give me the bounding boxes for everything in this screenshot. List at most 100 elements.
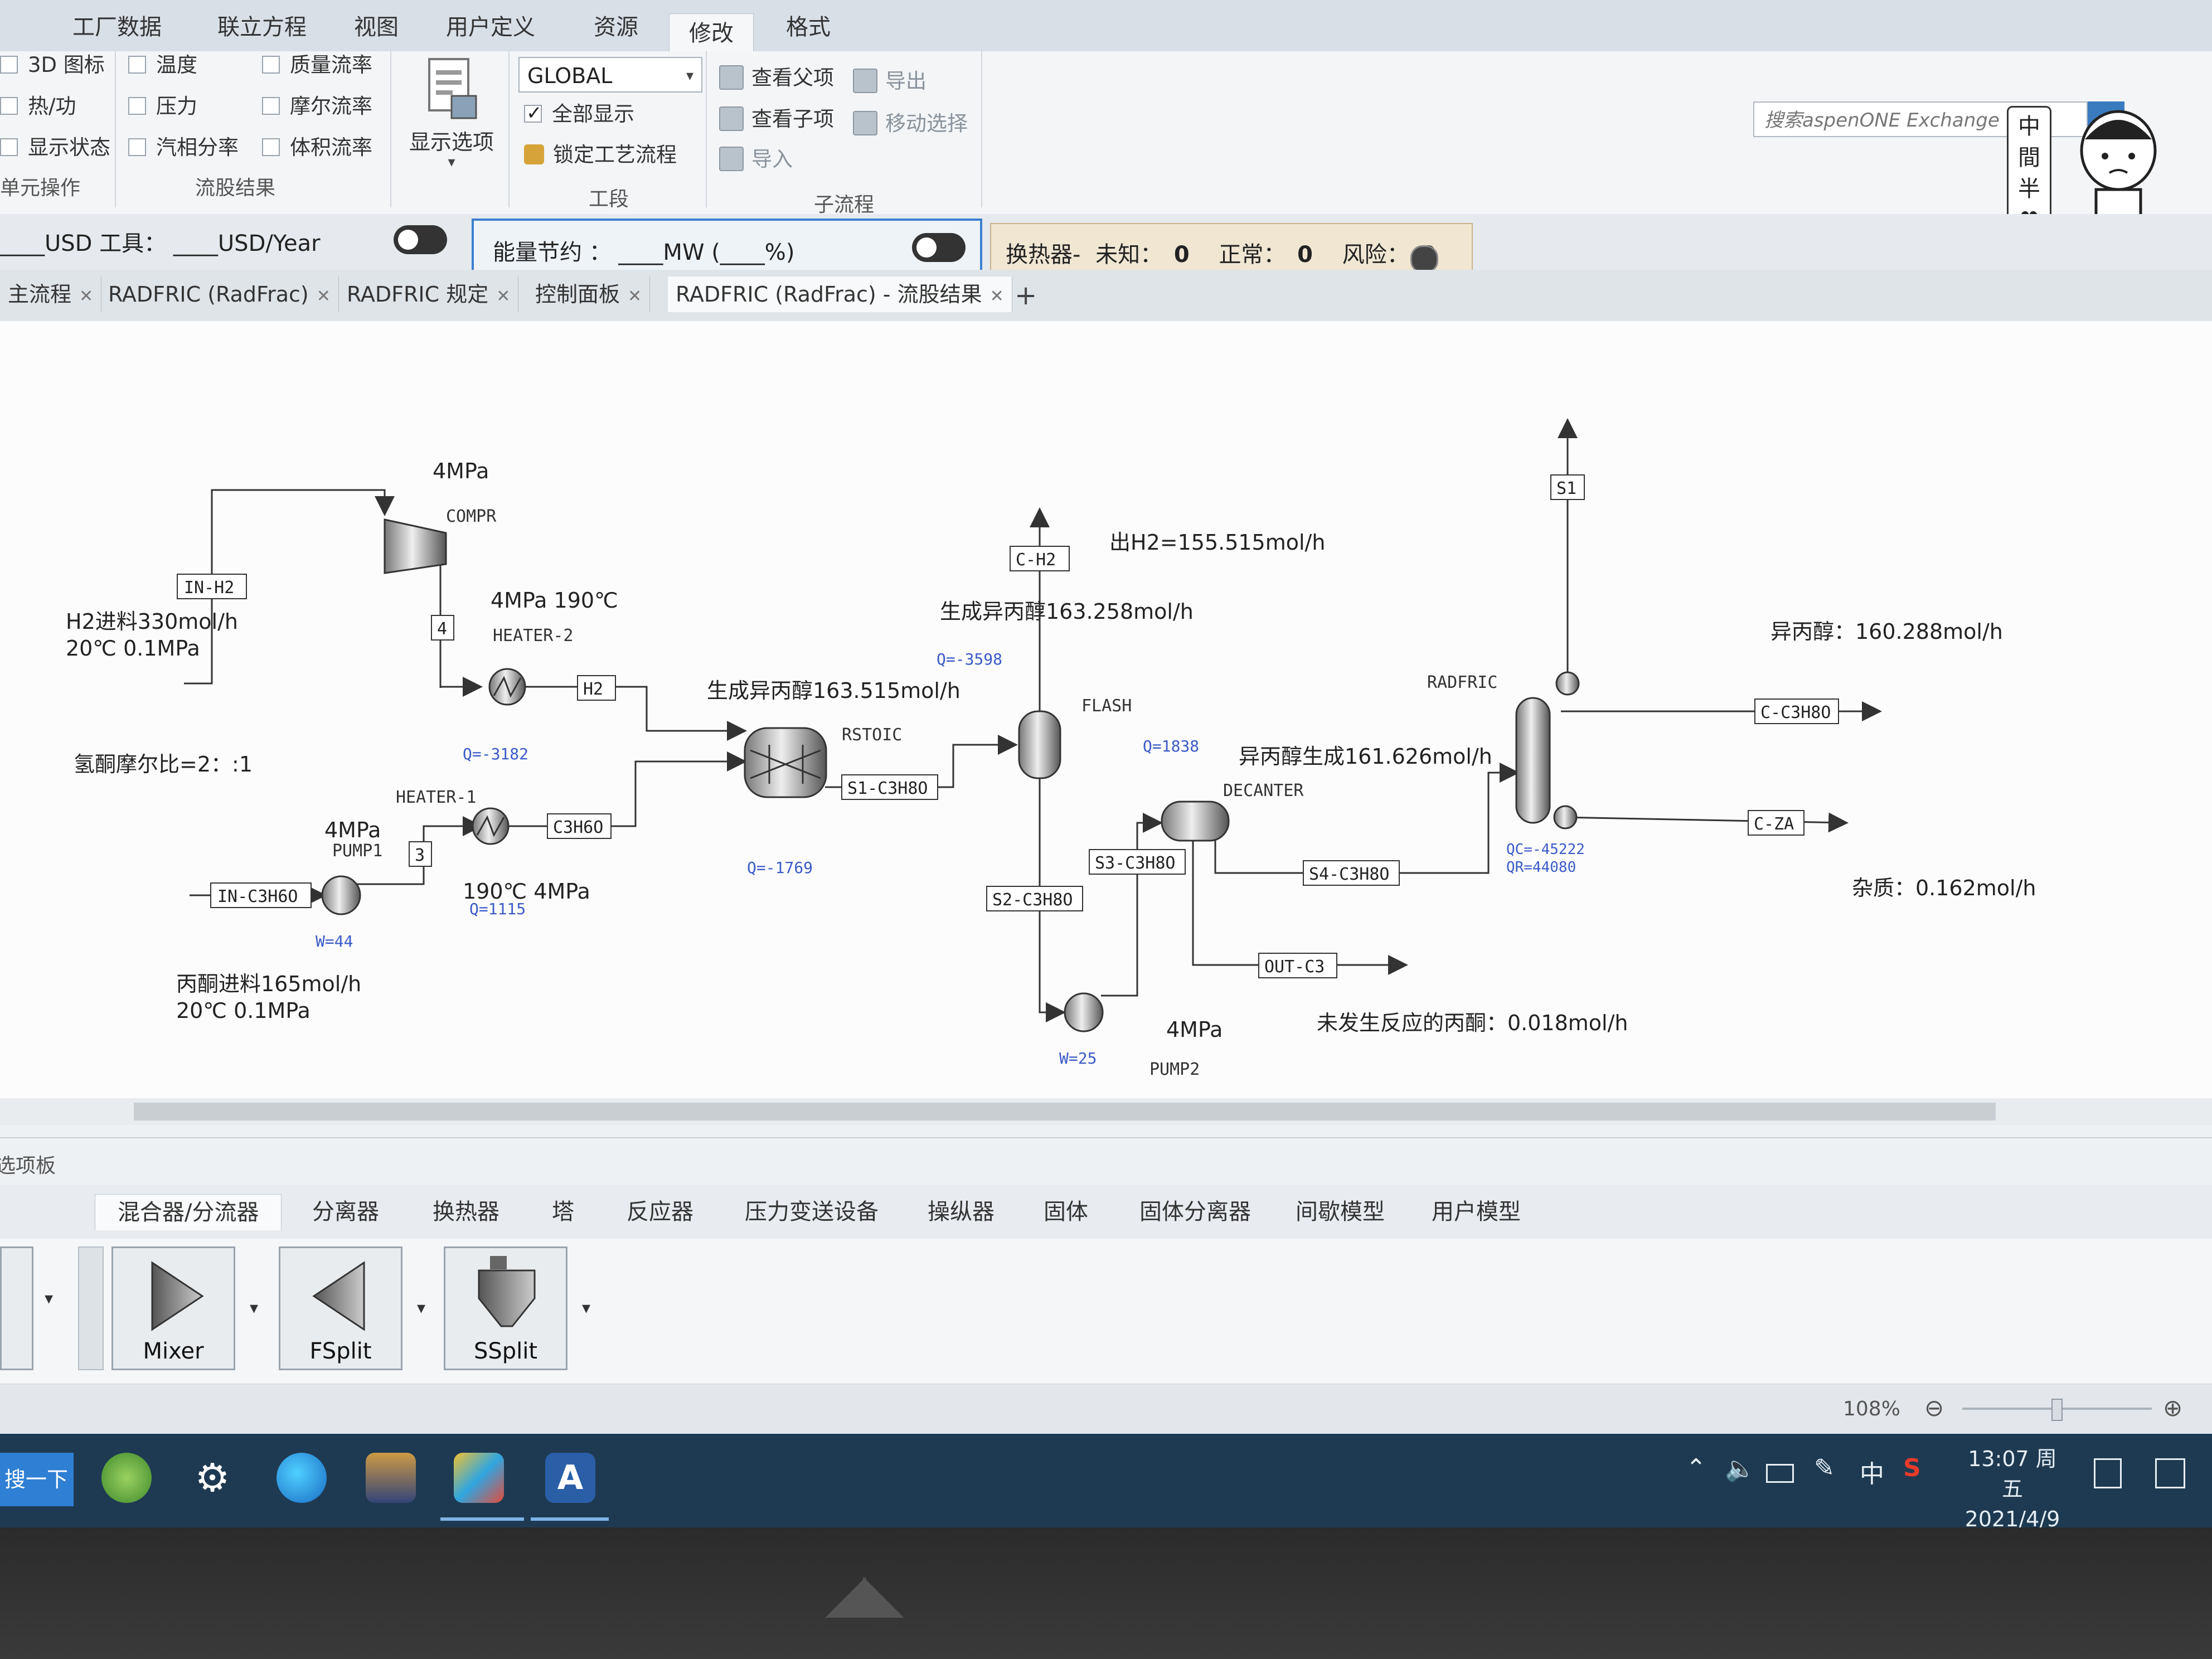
app-icon[interactable] — [366, 1453, 416, 1503]
chevron-down-icon[interactable]: ▾ — [417, 1298, 425, 1318]
notification-icon[interactable] — [2094, 1458, 2122, 1488]
close-icon[interactable]: ✕ — [496, 287, 510, 306]
stream-label-c-h2[interactable]: C-H2 — [1016, 550, 1056, 570]
lock-flowsheet-button[interactable]: 锁定工艺流程 — [524, 140, 677, 169]
stream-label-s2-c3h8o[interactable]: S2-C3H8O — [992, 890, 1073, 910]
zoom-in-icon[interactable]: ⊕ — [2163, 1394, 2182, 1422]
media-player-icon[interactable] — [454, 1453, 504, 1503]
palette-scroll-left[interactable] — [78, 1246, 104, 1370]
stream-label-out-c3[interactable]: OUT-C3 — [1264, 957, 1325, 977]
tab-plant-data[interactable]: 工厂数据 — [56, 8, 178, 47]
stream-label-3[interactable]: 3 — [415, 846, 425, 865]
chk-heat-work[interactable]: 热/功 — [0, 93, 76, 120]
chk-3d-icons[interactable]: 3D 图标 — [0, 51, 105, 79]
tab-manipulators[interactable]: 操纵器 — [928, 1194, 995, 1230]
aspen-plus-icon[interactable]: A — [545, 1453, 595, 1503]
pen-icon[interactable]: ✎ — [1814, 1454, 1835, 1482]
tab-control-panel[interactable]: 控制面板 ✕ — [527, 276, 651, 312]
volume-icon[interactable]: 🔈 — [1725, 1454, 1755, 1483]
sogou-ime-icon[interactable]: S — [1903, 1454, 1921, 1482]
stream-label-c3h6o[interactable]: C3H6O — [553, 818, 603, 837]
stream-label-in-h2[interactable]: IN-H2 — [184, 578, 234, 598]
tab-modify[interactable]: 修改 — [669, 13, 754, 52]
tab-solids-separators[interactable]: 固体分离器 — [1139, 1194, 1251, 1230]
pump-icon[interactable] — [1064, 992, 1104, 1032]
tab-mixers-splitters[interactable]: 混合器/分流器 — [95, 1194, 282, 1230]
export-button[interactable]: 导出 — [853, 67, 926, 96]
model-ssplit[interactable]: SSplit ▾ — [444, 1246, 590, 1370]
model-mixer[interactable]: Mixer ▾ — [111, 1246, 258, 1370]
stream-label-in-c3h6o[interactable]: IN-C3H6O — [217, 887, 298, 906]
close-icon[interactable]: ✕ — [317, 287, 331, 306]
tab-main-flowsheet[interactable]: 主流程 ✕ — [0, 276, 102, 312]
chevron-down-icon[interactable]: ▾ — [250, 1298, 258, 1318]
distillation-column-icon[interactable] — [1515, 697, 1551, 824]
zoom-slider-handle[interactable] — [2051, 1399, 2063, 1421]
stream-label-c-za[interactable]: C-ZA — [1754, 814, 1794, 834]
chevron-down-icon[interactable]: ▾ — [582, 1298, 590, 1318]
add-tab-icon[interactable]: + — [1015, 280, 1037, 311]
tab-radfric[interactable]: RADFRIC (RadFrac) ✕ — [100, 276, 339, 312]
tab-reactors[interactable]: 反应器 — [627, 1194, 693, 1230]
palette-stream-selector[interactable] — [0, 1246, 33, 1370]
tab-radfric-specs[interactable]: RADFRIC 规定 ✕ — [339, 276, 519, 312]
close-icon[interactable]: ✕ — [990, 287, 1004, 306]
stream-line-out-c3[interactable] — [1192, 834, 1408, 975]
decanter-icon[interactable] — [1161, 801, 1230, 842]
tab-columns[interactable]: 塔 — [552, 1194, 574, 1230]
tab-pressure-changers[interactable]: 压力变送设备 — [745, 1194, 879, 1230]
tab-resources[interactable]: 资源 — [580, 8, 652, 47]
stream-line-s3-c3h8o[interactable] — [1101, 813, 1163, 997]
reboiler-icon[interactable] — [1553, 805, 1578, 830]
stream-line-c3h6o[interactable] — [507, 751, 747, 827]
hx-status-button[interactable] — [1410, 245, 1438, 273]
chk-show-all[interactable]: 全部显示 — [524, 99, 634, 128]
scroll-thumb[interactable] — [134, 1103, 1996, 1120]
model-fsplit[interactable]: FSplit ▾ — [279, 1246, 425, 1370]
tab-exchangers[interactable]: 换热器 — [433, 1194, 499, 1230]
search-start-button[interactable]: 搜一下 — [0, 1453, 74, 1506]
edge-browser-icon[interactable] — [276, 1453, 327, 1503]
battery-icon[interactable] — [1766, 1464, 1794, 1483]
tab-customize[interactable]: 用户定义 — [435, 8, 546, 47]
chevron-down-icon[interactable]: ▾ — [45, 1289, 53, 1308]
tab-radfric-stream-results[interactable]: RADFRIC (RadFrac) - 流股结果 ✕ — [668, 276, 1012, 312]
display-options-button[interactable]: 显示选项 ▾ — [401, 56, 502, 201]
pump-icon[interactable] — [321, 875, 361, 915]
tab-format[interactable]: 格式 — [769, 8, 847, 47]
flowsheet-canvas[interactable]: IN-H2 4 H2 IN-C3H6O 3 C3H6O S1-C3H8O C-H… — [0, 321, 2212, 1125]
tab-equation-oriented[interactable]: 联立方程 — [195, 8, 329, 47]
flowsheet-diagram[interactable]: IN-H2 4 H2 IN-C3H6O 3 C3H6O S1-C3H8O C-H… — [0, 321, 2212, 1102]
stream-label-4[interactable]: 4 — [437, 619, 447, 639]
reactor-icon[interactable] — [744, 727, 827, 798]
stream-label-s1-c3h8o[interactable]: S1-C3H8O — [847, 779, 928, 798]
stream-label-h2[interactable]: H2 — [583, 680, 603, 699]
tab-batch-models[interactable]: 间歇模型 — [1296, 1194, 1385, 1230]
section-select[interactable]: GLOBAL ▾ — [518, 57, 702, 93]
chk-mass-flow[interactable]: 质量流率 — [262, 51, 372, 79]
tray-expand-icon[interactable]: ⌃ — [1686, 1454, 1706, 1482]
tab-solids[interactable]: 固体 — [1044, 1194, 1088, 1230]
flash-drum-icon[interactable] — [1018, 710, 1061, 779]
tab-separators[interactable]: 分离器 — [312, 1194, 379, 1230]
import-button[interactable]: 导入 — [719, 145, 793, 174]
horizontal-scrollbar[interactable] — [0, 1098, 2212, 1125]
view-parent-button[interactable]: 查看父项 — [719, 64, 834, 93]
tab-user-models[interactable]: 用户模型 — [1432, 1194, 1521, 1230]
close-icon[interactable]: ✕ — [628, 287, 642, 306]
tab-view[interactable]: 视图 — [340, 8, 413, 47]
stream-label-s1[interactable]: S1 — [1556, 479, 1576, 498]
chk-vapor-fraction[interactable]: 汽相分率 — [128, 134, 239, 162]
system-clock[interactable]: 13:07 周五 2021/4/9 — [1962, 1444, 2063, 1527]
ime-indicator[interactable]: 中 — [1860, 1454, 1884, 1490]
stream-label-s3-c3h8o[interactable]: S3-C3H8O — [1095, 853, 1176, 873]
move-selection-button[interactable]: 移动选择 — [853, 109, 968, 138]
view-child-button[interactable]: 查看子项 — [719, 105, 834, 134]
chk-show-status[interactable]: 显示状态 — [0, 134, 110, 162]
chk-temperature[interactable]: 温度 — [128, 51, 197, 79]
chk-volume-flow[interactable]: 体积流率 — [262, 134, 372, 162]
condenser-icon[interactable] — [1555, 671, 1580, 696]
stream-label-s4-c3h8o[interactable]: S4-C3H8O — [1309, 865, 1390, 884]
action-center-icon[interactable] — [2155, 1458, 2185, 1488]
chk-mole-flow[interactable]: 摩尔流率 — [262, 93, 372, 120]
